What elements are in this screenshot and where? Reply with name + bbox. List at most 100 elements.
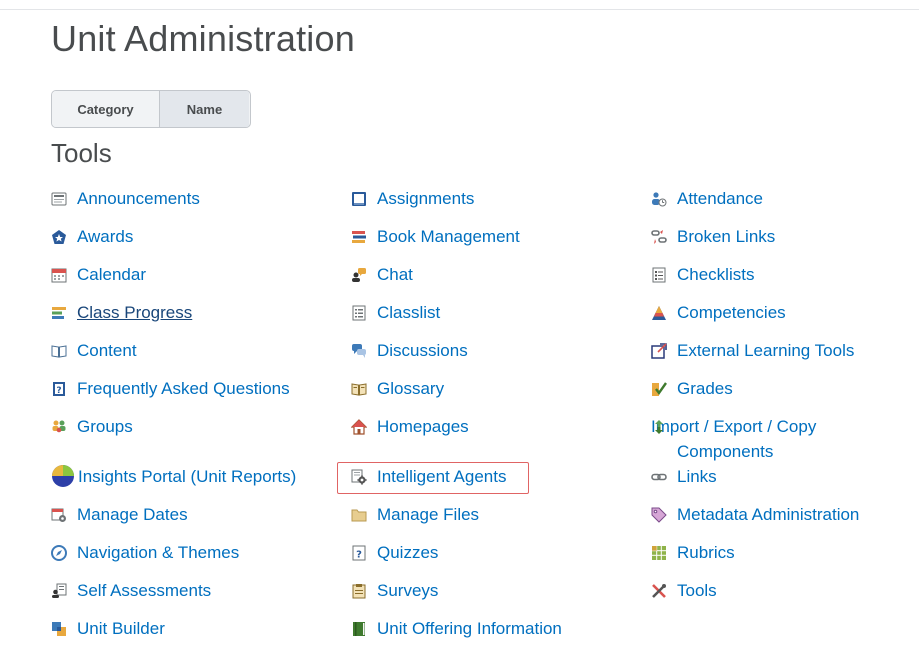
- tools-icon: [651, 583, 667, 599]
- tool-link-intelligent-agents[interactable]: Intelligent Agents: [351, 464, 506, 489]
- tool-link-tools[interactable]: Tools: [651, 578, 717, 603]
- surveys-icon: [351, 583, 367, 599]
- assignments-icon: [351, 191, 367, 207]
- links-icon: [651, 469, 667, 485]
- tool-label: Self Assessments: [77, 581, 212, 600]
- tool-label: Groups: [77, 417, 133, 436]
- tool-link-awards[interactable]: Awards: [51, 224, 133, 249]
- tag-icon: [651, 507, 667, 523]
- tool-label: Unit Builder: [77, 619, 165, 638]
- tool-label: Assignments: [377, 189, 475, 208]
- tool-label: Attendance: [677, 189, 764, 208]
- tool-link-content[interactable]: Content: [51, 338, 137, 363]
- tool-link-assignments[interactable]: Assignments: [351, 186, 474, 211]
- tool-link-announcements[interactable]: Announcements: [51, 186, 200, 211]
- tool-link-class-progress[interactable]: Class Progress: [51, 300, 192, 325]
- tool-link-broken-links[interactable]: Broken Links: [651, 224, 775, 249]
- tool-link-unit-offering-information[interactable]: Unit Offering Information: [351, 616, 562, 641]
- calendar-icon: [51, 267, 67, 283]
- tool-label: Unit Offering Information: [377, 619, 562, 638]
- tool-link-faq[interactable]: ? Frequently Asked Questions: [51, 376, 290, 401]
- tool-label: Quizzes: [377, 543, 439, 562]
- faq-icon: ?: [51, 381, 67, 397]
- tool-label: Surveys: [377, 581, 439, 600]
- tool-link-metadata-administration[interactable]: Metadata Administration: [651, 502, 859, 527]
- import-export-icon: [651, 419, 667, 435]
- awards-icon: [51, 229, 67, 245]
- broken-links-icon: [651, 229, 667, 245]
- tool-label: Class Progress: [77, 303, 193, 322]
- tool-link-self-assessments[interactable]: Self Assessments: [51, 578, 211, 603]
- self-assessments-icon: [51, 583, 67, 599]
- tool-label: Glossary: [377, 379, 445, 398]
- class-progress-icon: [51, 305, 67, 321]
- unit-offering-icon: [351, 621, 367, 637]
- compass-icon: [51, 545, 67, 561]
- tool-label: Grades: [677, 379, 733, 398]
- tool-link-competencies[interactable]: Competencies: [651, 300, 786, 325]
- intelligent-agents-icon: [351, 469, 367, 485]
- tool-link-surveys[interactable]: Surveys: [351, 578, 438, 603]
- tool-label: Links: [677, 467, 717, 486]
- tool-label: Broken Links: [677, 227, 776, 246]
- tool-link-rubrics[interactable]: Rubrics: [651, 540, 735, 565]
- content-icon: [51, 343, 67, 359]
- tool-label: Manage Files: [377, 505, 480, 524]
- tool-link-discussions[interactable]: Discussions: [351, 338, 468, 363]
- tool-link-unit-builder[interactable]: Unit Builder: [51, 616, 165, 641]
- tool-link-links[interactable]: Links: [651, 464, 717, 489]
- tool-label: Homepages: [377, 417, 469, 436]
- tool-label: Import / Export / Copy Components: [651, 417, 817, 461]
- tool-link-quizzes[interactable]: ? Quizzes: [351, 540, 438, 565]
- tool-label: Frequently Asked Questions: [77, 379, 290, 398]
- tool-label: Navigation & Themes: [77, 543, 240, 562]
- tool-label: Insights Portal (Unit Reports): [78, 467, 297, 486]
- tool-label: Checklists: [677, 265, 755, 284]
- tool-link-glossary[interactable]: Glossary: [351, 376, 444, 401]
- tool-label: Classlist: [377, 303, 441, 322]
- classlist-icon: [351, 305, 367, 321]
- tool-link-attendance[interactable]: Attendance: [651, 186, 763, 211]
- tool-link-calendar[interactable]: Calendar: [51, 262, 146, 287]
- grades-icon: [651, 381, 667, 397]
- tool-link-navigation-themes[interactable]: Navigation & Themes: [51, 540, 239, 565]
- tool-link-external-learning-tools[interactable]: External Learning Tools: [651, 338, 854, 363]
- chat-icon: [351, 267, 367, 283]
- groups-icon: [51, 419, 67, 435]
- tool-link-import-export-copy[interactable]: Import / Export / Copy Components: [651, 414, 899, 464]
- rubrics-icon: [651, 545, 667, 561]
- competencies-icon: [651, 305, 667, 321]
- tool-label: Competencies: [677, 303, 786, 322]
- quizzes-icon: ?: [351, 545, 367, 561]
- glossary-icon: [351, 381, 367, 397]
- checklists-icon: [651, 267, 667, 283]
- tool-link-book-management[interactable]: Book Management: [351, 224, 520, 249]
- tool-label: Book Management: [377, 227, 520, 246]
- tool-label: Chat: [377, 265, 413, 284]
- tools-list: Announcements Awards Calendar Class Prog…: [0, 0, 919, 656]
- tool-label: External Learning Tools: [677, 341, 855, 360]
- tool-label: Rubrics: [677, 543, 735, 562]
- tool-label: Metadata Administration: [677, 505, 860, 524]
- discussions-icon: [351, 343, 367, 359]
- tool-link-manage-files[interactable]: Manage Files: [351, 502, 479, 527]
- tool-link-classlist[interactable]: Classlist: [351, 300, 440, 325]
- tool-link-grades[interactable]: Grades: [651, 376, 733, 401]
- manage-dates-icon: [51, 507, 67, 523]
- tool-label: Calendar: [77, 265, 146, 284]
- homepages-icon: [351, 419, 367, 435]
- folder-icon: [351, 507, 367, 523]
- tool-label: Content: [77, 341, 137, 360]
- book-management-icon: [351, 229, 367, 245]
- announcements-icon: [51, 191, 67, 207]
- tool-link-groups[interactable]: Groups: [51, 414, 133, 439]
- tool-link-chat[interactable]: Chat: [351, 262, 413, 287]
- tool-label: Discussions: [377, 341, 468, 360]
- tool-link-manage-dates[interactable]: Manage Dates: [51, 502, 188, 527]
- tool-label: Announcements: [77, 189, 200, 208]
- unit-builder-icon: [51, 621, 67, 637]
- tool-link-homepages[interactable]: Homepages: [351, 414, 469, 439]
- attendance-icon: [651, 191, 667, 207]
- tool-link-insights-portal[interactable]: Insights Portal (Unit Reports): [51, 464, 296, 489]
- tool-link-checklists[interactable]: Checklists: [651, 262, 754, 287]
